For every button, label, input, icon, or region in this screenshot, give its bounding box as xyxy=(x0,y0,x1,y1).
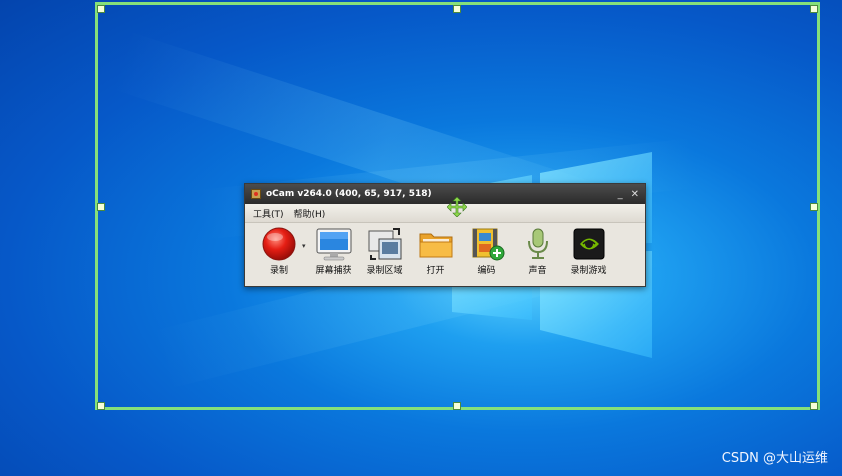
record-icon xyxy=(262,227,296,261)
record-options-dropdown-icon[interactable]: ▾ xyxy=(302,242,306,250)
resize-handle-top-left[interactable] xyxy=(97,5,105,13)
record-area-label: 录制区域 xyxy=(366,266,403,276)
move-cursor-icon[interactable] xyxy=(447,197,467,217)
microphone-icon xyxy=(527,228,548,259)
film-add-icon xyxy=(472,228,505,261)
ocam-window: oCam v264.0 (400, 65, 917, 518) _ ✕ 工具(T… xyxy=(244,183,646,287)
ocam-titlebar[interactable]: oCam v264.0 (400, 65, 917, 518) _ ✕ xyxy=(245,184,645,204)
resize-handle-middle-left[interactable] xyxy=(97,203,105,211)
record-button[interactable]: 录制 xyxy=(255,227,303,276)
csdn-watermark: CSDN @大山运维 xyxy=(721,451,828,466)
window-title: oCam v264.0 (400, 65, 917, 518) xyxy=(266,189,432,199)
screen-capture-label: 屏幕捕获 xyxy=(315,266,352,276)
open-button[interactable]: 打开 xyxy=(412,227,460,276)
sound-label: 声音 xyxy=(528,266,547,276)
toolbar: 录制 ▾ 屏幕捕获 录制区域 打开 编码 声音 录制游戏 xyxy=(245,223,645,276)
open-label: 打开 xyxy=(426,266,445,276)
game-icon xyxy=(573,228,605,260)
screen-capture-button[interactable]: 屏幕捕获 xyxy=(310,227,358,276)
encode-label: 编码 xyxy=(477,266,496,276)
resize-handle-middle-right[interactable] xyxy=(810,203,818,211)
sound-button[interactable]: 声音 xyxy=(514,227,562,276)
record-game-label: 录制游戏 xyxy=(570,266,607,276)
menu-tools[interactable]: 工具(T) xyxy=(253,207,284,220)
resize-handle-bottom-left[interactable] xyxy=(97,402,105,410)
menu-help[interactable]: 帮助(H) xyxy=(294,207,326,220)
minimize-button[interactable]: _ xyxy=(618,189,623,200)
resize-handle-bottom-right[interactable] xyxy=(810,402,818,410)
monitor-icon xyxy=(316,228,352,261)
record-area-button[interactable]: 录制区域 xyxy=(361,227,409,276)
folder-icon xyxy=(419,233,453,258)
close-button[interactable]: ✕ xyxy=(631,189,639,200)
menu-bar: 工具(T) 帮助(H) xyxy=(245,204,645,223)
resize-handle-top-center[interactable] xyxy=(453,5,461,13)
encode-button[interactable]: 编码 xyxy=(463,227,511,276)
ocam-app-icon xyxy=(251,189,261,199)
record-game-button[interactable]: 录制游戏 xyxy=(565,227,613,276)
record-label: 录制 xyxy=(269,266,288,276)
resize-handle-top-right[interactable] xyxy=(810,5,818,13)
resize-handle-bottom-center[interactable] xyxy=(453,402,461,410)
region-resize-icon xyxy=(368,228,402,260)
